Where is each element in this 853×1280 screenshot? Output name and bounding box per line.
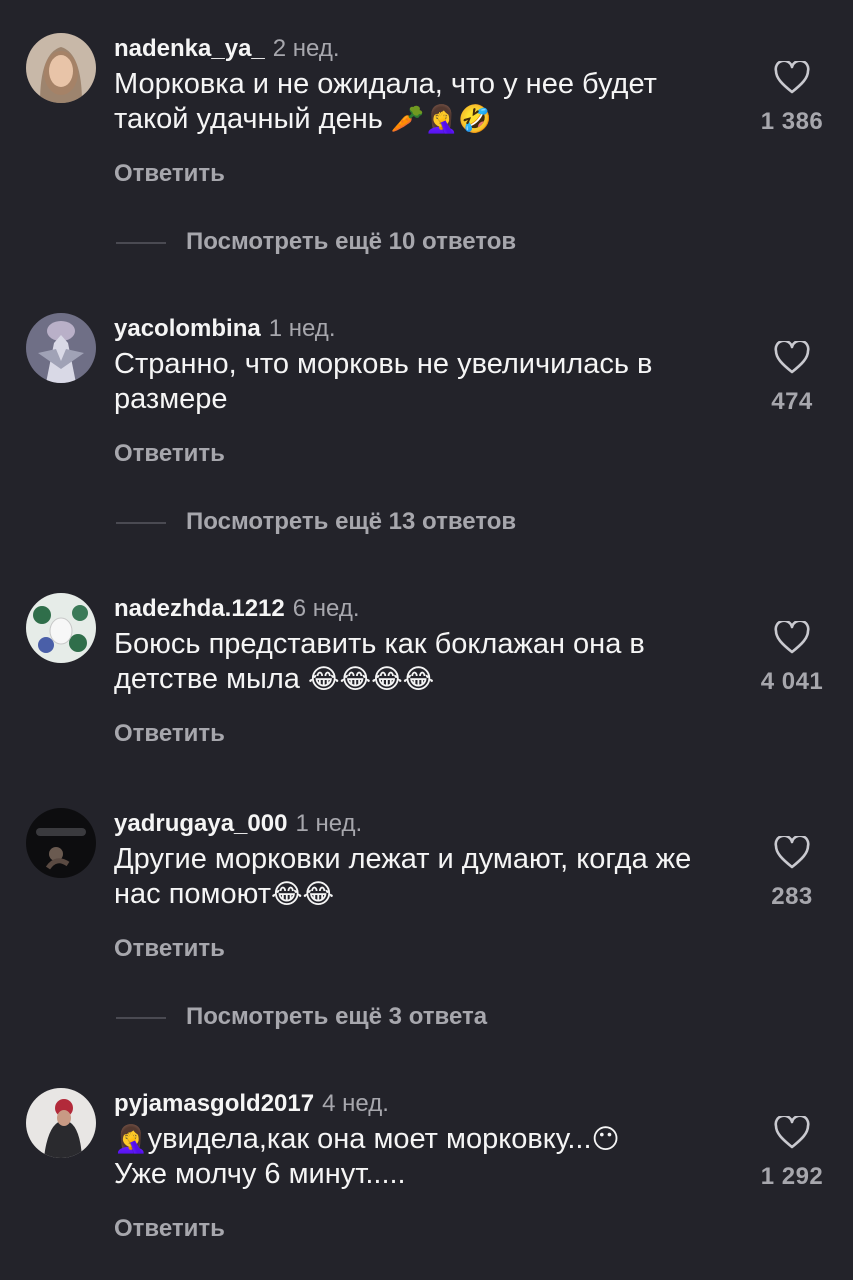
reply-button[interactable]: Ответить [114, 1214, 225, 1244]
comment-text: Другие морковки лежат и думают, когда же… [114, 842, 734, 912]
like-count: 283 [771, 883, 813, 910]
comment-header: yadrugaya_000 1 нед. [114, 809, 362, 839]
username[interactable]: nadenka_ya_ [114, 35, 265, 62]
like-count: 474 [771, 388, 813, 415]
comment-header: pyjamasgold2017 4 нед. [114, 1089, 389, 1119]
comment-emoji: 😂😂 [271, 879, 335, 910]
username[interactable]: yadrugaya_000 [114, 810, 287, 837]
comment-text: Странно, что морковь не увеличилась в ра… [114, 347, 734, 417]
view-replies-label[interactable]: Посмотреть ещё 3 ответа [186, 1002, 487, 1032]
heart-outline-icon[interactable] [752, 341, 832, 374]
timestamp: 6 нед. [292, 595, 360, 622]
username[interactable]: yacolombina [114, 315, 261, 342]
comment-body: увидела,как она моет морковку... [147, 1123, 592, 1155]
username[interactable]: nadezhda.1212 [114, 595, 285, 622]
avatar[interactable] [26, 593, 96, 663]
comment-body: Морковка и не ожидала, что у нее будет т… [114, 68, 657, 135]
view-replies[interactable]: Посмотреть ещё 13 ответов [0, 507, 853, 537]
reply-button[interactable]: Ответить [114, 934, 225, 964]
avatar[interactable] [26, 33, 96, 103]
view-replies[interactable]: Посмотреть ещё 3 ответа [0, 1002, 853, 1032]
avatar[interactable] [26, 808, 96, 878]
reply-button[interactable]: Ответить [114, 439, 225, 469]
comment-emoji: 😂😂😂😂 [308, 664, 435, 695]
comment-body: Странно, что морковь не увеличилась в ра… [114, 348, 653, 415]
comment-header: yacolombina 1 нед. [114, 314, 335, 344]
comment-body-line2: Уже молчу 6 минут..... [114, 1158, 406, 1190]
reply-button[interactable]: Ответить [114, 159, 225, 189]
reply-button[interactable]: Ответить [114, 719, 225, 749]
comment-emoji: 😶 [591, 1124, 620, 1155]
comment-header: nadenka_ya_ 2 нед. [114, 34, 340, 64]
timestamp: 4 нед. [322, 1090, 389, 1117]
username[interactable]: pyjamasgold2017 [114, 1090, 314, 1117]
comment-header: nadezhda.1212 6 нед. [114, 594, 360, 624]
view-replies-label[interactable]: Посмотреть ещё 10 ответов [186, 227, 516, 257]
like-control: 1 386 [752, 61, 832, 136]
like-control: 1 292 [752, 1116, 832, 1191]
comments-screen: nadenka_ya_ 2 нед. Морковка и не ожидала,… [0, 0, 853, 1280]
view-replies-label[interactable]: Посмотреть ещё 13 ответов [186, 507, 516, 537]
heart-outline-icon[interactable] [752, 836, 832, 869]
like-control: 474 [752, 341, 832, 416]
heart-outline-icon[interactable] [752, 1116, 832, 1149]
comment-emoji: 🥕🤦‍♀️🤣 [390, 104, 492, 135]
comment-prefix-emoji: 🤦‍♀️ [114, 1124, 148, 1155]
comment-text: 🤦‍♀️увидела,как она моет морковку...😶 Уж… [114, 1122, 734, 1192]
timestamp: 2 нед. [272, 35, 340, 62]
comment-text: Морковка и не ожидала, что у нее будет т… [114, 67, 734, 137]
divider-line [116, 522, 166, 524]
heart-outline-icon[interactable] [752, 61, 832, 94]
like-control: 283 [752, 836, 832, 911]
divider-line [116, 242, 166, 244]
comment-body: Другие морковки лежат и думают, когда же… [114, 843, 692, 910]
like-control: 4 041 [752, 621, 832, 696]
timestamp: 1 нед. [268, 315, 336, 342]
like-count: 4 041 [760, 668, 824, 695]
like-count: 1 292 [760, 1163, 824, 1190]
avatar[interactable] [26, 313, 96, 383]
like-count: 1 386 [760, 108, 824, 135]
avatar[interactable] [26, 1088, 96, 1158]
heart-outline-icon[interactable] [752, 621, 832, 654]
timestamp: 1 нед. [295, 810, 363, 837]
divider-line [116, 1017, 166, 1019]
comment-text: Боюсь представить как боклажан она в дет… [114, 627, 734, 697]
view-replies[interactable]: Посмотреть ещё 10 ответов [0, 227, 853, 257]
